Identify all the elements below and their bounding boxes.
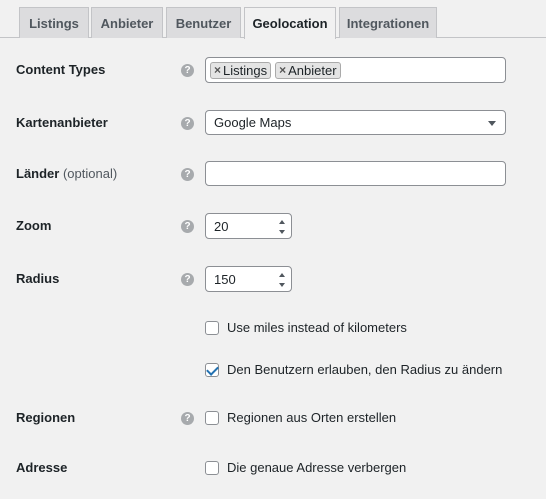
regions-option-label: Regionen aus Orten erstellen [227, 410, 397, 425]
hide-address-checkbox[interactable] [205, 460, 219, 475]
countries-label: Länder (optional) [16, 166, 117, 181]
use-miles-checkbox[interactable] [205, 320, 219, 335]
tab-anbieter[interactable]: Anbieter [91, 7, 163, 38]
map-provider-value: Google Maps [214, 115, 292, 130]
allow-radius-change-checkbox[interactable] [205, 362, 219, 377]
tab-geolocation[interactable]: Geolocation [244, 7, 336, 39]
tag-label: Anbieter [288, 62, 337, 78]
optional-hint: (optional) [62, 166, 118, 181]
regions-label: Regionen [16, 410, 76, 425]
use-miles-option[interactable]: Use miles instead of kilometers [205, 320, 407, 335]
regions-checkbox[interactable] [205, 410, 219, 425]
address-option[interactable]: Die genaue Adresse verbergen [205, 460, 406, 475]
tab-label: Integrationen [346, 15, 430, 31]
radius-value: 150 [214, 271, 236, 287]
content-types-field[interactable]: × Listings × Anbieter [205, 57, 506, 83]
settings-tabs: Listings Anbieter Benutzer Geolocation I… [0, 0, 546, 39]
map-provider-label: Kartenanbieter [16, 115, 108, 130]
countries-label-text: Länder [16, 166, 60, 181]
tab-listings[interactable]: Listings [19, 7, 89, 38]
use-miles-label: Use miles instead of kilometers [227, 320, 407, 335]
content-types-label: Content Types [16, 62, 106, 77]
tab-benutzer[interactable]: Benutzer [166, 7, 241, 38]
allow-radius-change-label: Den Benutzern erlauben, den Radius zu än… [227, 362, 503, 377]
help-icon[interactable]: ? [181, 64, 194, 77]
help-icon[interactable]: ? [181, 168, 194, 181]
remove-tag-icon[interactable]: × [279, 63, 286, 77]
countries-input[interactable] [205, 161, 506, 186]
stepper-icon[interactable] [278, 273, 286, 287]
allow-radius-change-option[interactable]: Den Benutzern erlauben, den Radius zu än… [205, 362, 502, 377]
tag-listings: × Listings [210, 61, 272, 79]
help-icon[interactable]: ? [181, 273, 194, 286]
help-icon[interactable]: ? [181, 117, 194, 130]
regions-option[interactable]: Regionen aus Orten erstellen [205, 410, 396, 425]
tab-label: Anbieter [100, 15, 154, 31]
chevron-down-icon [488, 121, 496, 126]
tab-label: Listings [29, 15, 79, 31]
tag-anbieter: × Anbieter [275, 61, 341, 79]
help-icon[interactable]: ? [181, 220, 194, 233]
map-provider-select[interactable]: Google Maps [205, 110, 506, 135]
tab-label: Geolocation [252, 16, 328, 31]
radius-label: Radius [16, 271, 60, 286]
help-icon[interactable]: ? [181, 412, 194, 425]
remove-tag-icon[interactable]: × [214, 63, 221, 77]
zoom-value: 20 [214, 218, 229, 234]
radius-number-input[interactable]: 150 [205, 266, 292, 292]
tag-label: Listings [223, 62, 268, 78]
hide-address-label: Die genaue Adresse verbergen [227, 460, 407, 475]
zoom-label: Zoom [16, 218, 52, 233]
tab-integrationen[interactable]: Integrationen [339, 7, 437, 38]
tab-label: Benutzer [175, 15, 232, 31]
zoom-number-input[interactable]: 20 [205, 213, 292, 239]
address-label: Adresse [16, 460, 68, 475]
stepper-icon[interactable] [278, 220, 286, 234]
